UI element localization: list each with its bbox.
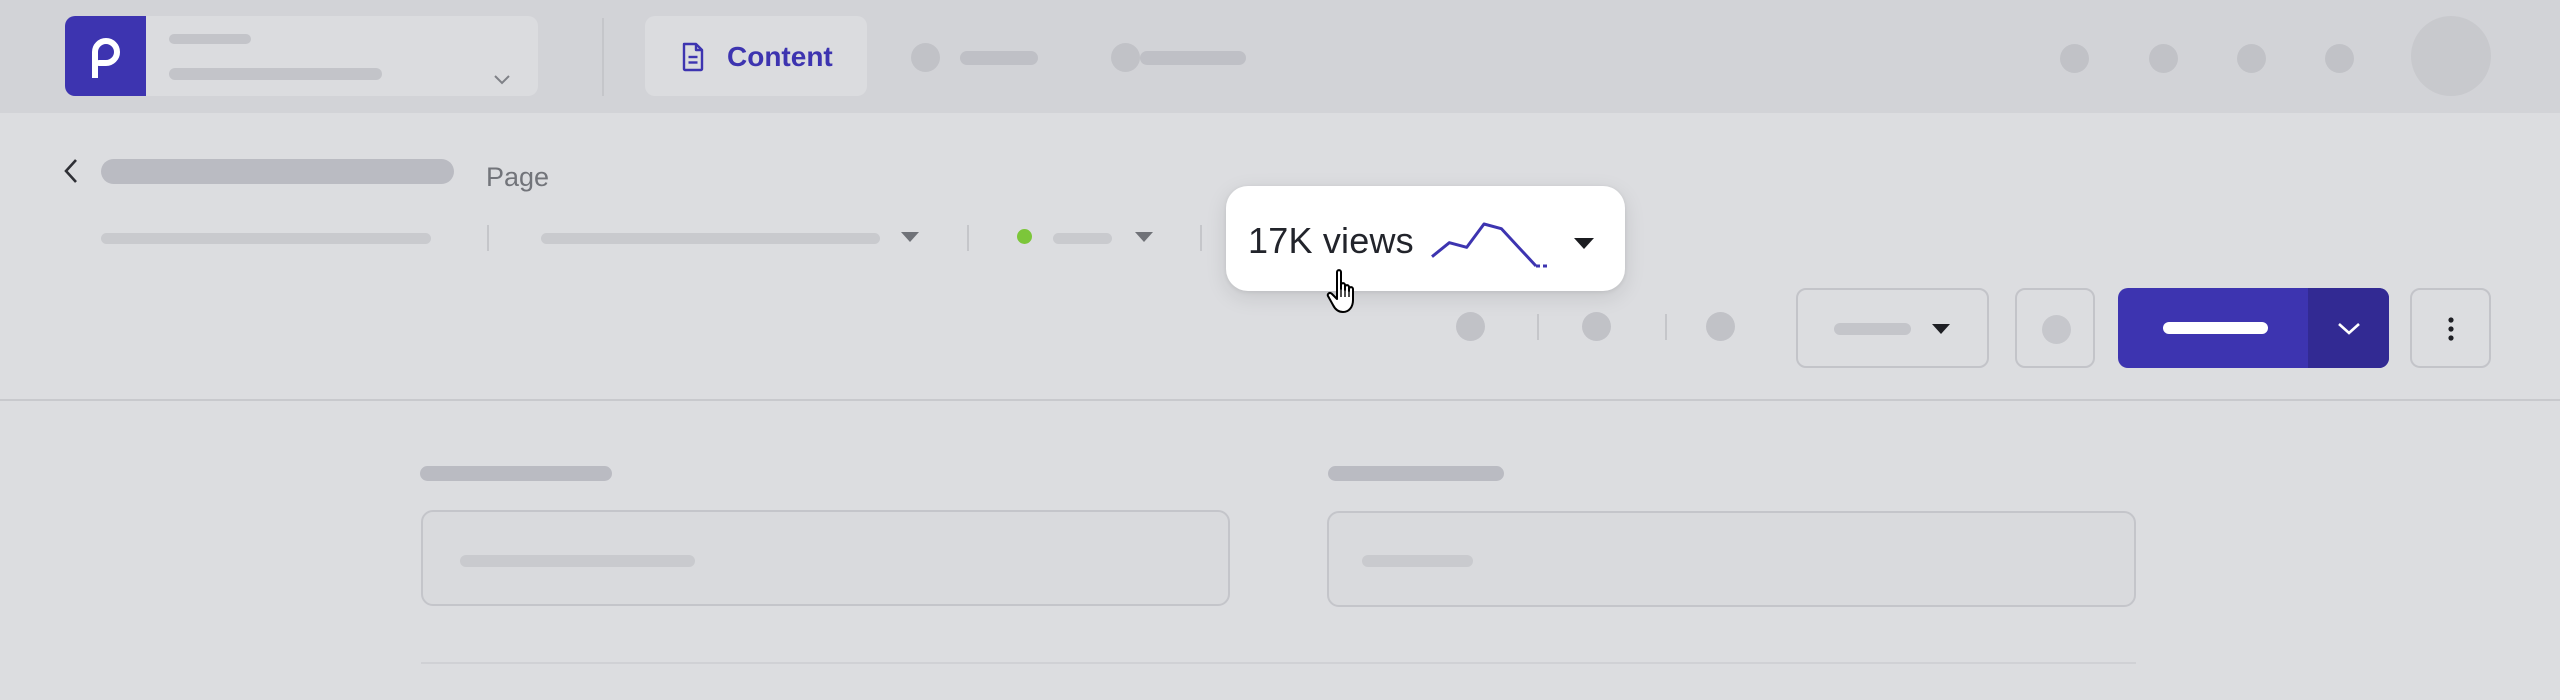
toolbar-icon[interactable] xyxy=(2325,44,2354,73)
top-bar: Content xyxy=(0,0,2560,113)
caret-down-icon[interactable] xyxy=(1135,232,1153,242)
toolbar-icon[interactable] xyxy=(2237,44,2266,73)
page-title-placeholder xyxy=(101,159,454,184)
views-count: 17K views xyxy=(1248,220,1414,261)
views-sparkline xyxy=(1431,222,1550,268)
page-type-label: Page xyxy=(486,162,550,192)
nav-item-label-placeholder[interactable] xyxy=(960,51,1038,65)
divider xyxy=(967,225,969,251)
hand-pointer-icon xyxy=(1326,269,1354,313)
chevron-down-icon xyxy=(2338,323,2360,335)
workspace-switcher[interactable] xyxy=(65,16,538,96)
workspace-name-placeholder xyxy=(169,34,251,44)
text-field[interactable] xyxy=(1327,511,2136,607)
caret-down-icon xyxy=(1932,324,1950,334)
status-dot xyxy=(1017,229,1032,244)
section-divider xyxy=(421,662,2136,664)
divider xyxy=(1200,225,1202,251)
field-label-placeholder xyxy=(1328,466,1504,481)
icon-button[interactable] xyxy=(2015,288,2095,368)
nav-item-label-placeholder[interactable] xyxy=(1140,51,1246,65)
divider xyxy=(487,225,489,251)
toolbar-icon[interactable] xyxy=(2060,44,2089,73)
more-vertical-icon xyxy=(2448,317,2454,341)
views-dropdown[interactable]: 17K views xyxy=(1226,186,1625,291)
divider xyxy=(1665,314,1667,340)
field-label-placeholder xyxy=(420,466,612,481)
more-options-button[interactable] xyxy=(2410,288,2491,368)
nav-item-icon[interactable] xyxy=(911,43,940,72)
primary-action-menu-button[interactable] xyxy=(2308,288,2389,368)
action-icon[interactable] xyxy=(1706,312,1735,341)
brand-logo-icon xyxy=(65,16,146,96)
button-icon xyxy=(2042,315,2071,344)
chevron-left-icon[interactable] xyxy=(62,157,80,185)
workspace-detail-placeholder xyxy=(169,68,382,80)
field-value-placeholder xyxy=(460,555,695,567)
meta-dropdown-placeholder[interactable] xyxy=(541,233,880,244)
nav-item-icon[interactable] xyxy=(1111,43,1140,72)
caret-down-icon[interactable] xyxy=(901,232,919,242)
content-area xyxy=(0,401,2560,700)
status-select[interactable] xyxy=(1796,288,1989,368)
divider xyxy=(1537,314,1539,340)
caret-down-icon xyxy=(1574,238,1594,249)
chevron-down-icon xyxy=(494,75,510,85)
avatar[interactable] xyxy=(2411,16,2491,96)
primary-action-button[interactable] xyxy=(2118,288,2389,368)
document-icon xyxy=(682,42,704,72)
meta-placeholder xyxy=(101,233,431,244)
status-label-placeholder[interactable] xyxy=(1053,233,1112,244)
divider xyxy=(602,18,604,96)
nav-content-label: Content xyxy=(727,41,833,72)
field-value-placeholder xyxy=(1362,555,1473,567)
text-field[interactable] xyxy=(421,510,1230,606)
toolbar-icon[interactable] xyxy=(2149,44,2178,73)
select-value-placeholder xyxy=(1834,323,1911,335)
sparkline-line xyxy=(1431,222,1538,268)
action-icon[interactable] xyxy=(1456,312,1485,341)
action-icon[interactable] xyxy=(1582,312,1611,341)
nav-tab-content[interactable]: Content xyxy=(645,16,867,96)
primary-label-placeholder xyxy=(2163,322,2268,334)
